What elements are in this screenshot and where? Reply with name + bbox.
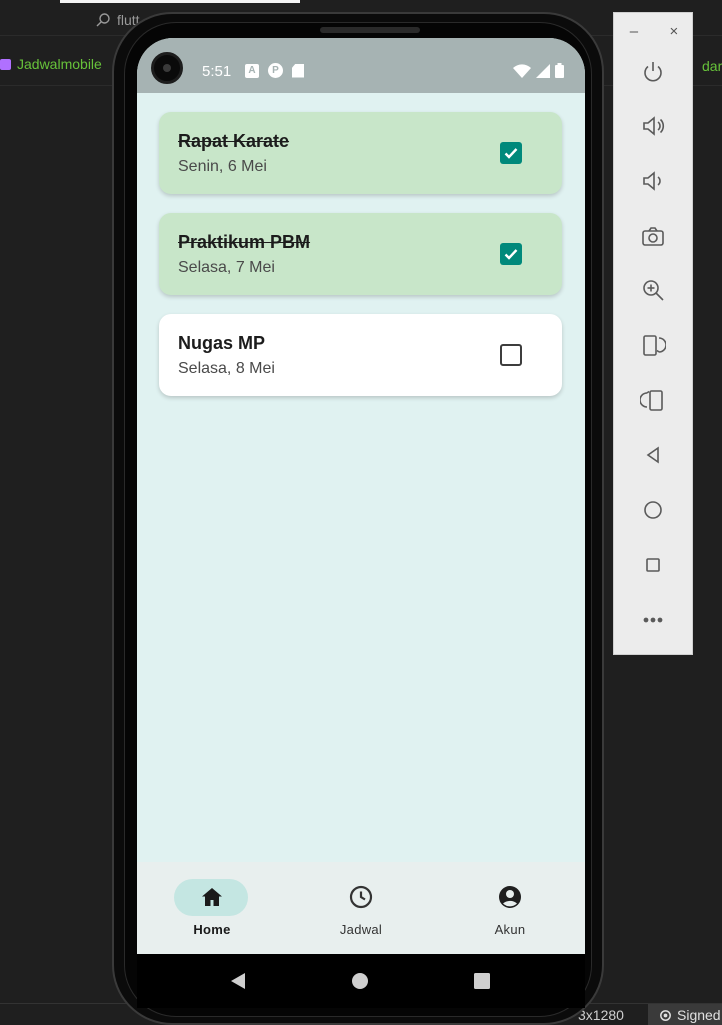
- check-icon: [504, 148, 518, 159]
- a-notification-icon: A: [245, 63, 259, 78]
- battery-icon: [555, 63, 564, 78]
- task-checkbox[interactable]: [500, 344, 522, 366]
- clock-icon: [349, 885, 373, 909]
- ide-status-resolution: 3x1280: [578, 1007, 624, 1023]
- ide-project-tab-label: Jadwalmobile: [17, 56, 102, 72]
- nav-label: Home: [193, 922, 231, 937]
- task-checkbox[interactable]: [500, 142, 522, 164]
- volume-up-button[interactable]: [639, 112, 667, 140]
- rotate-left-icon: [643, 335, 666, 356]
- wifi-icon: [513, 63, 531, 78]
- ide-project-tab[interactable]: Jadwalmobile: [0, 56, 102, 72]
- emulator-toolbar: – ×: [613, 12, 693, 655]
- task-checkbox[interactable]: [500, 243, 522, 265]
- system-home-icon[interactable]: [351, 972, 369, 990]
- back-icon: [646, 446, 659, 464]
- status-time: 5:51: [202, 63, 232, 80]
- system-navigation-bar: [137, 954, 585, 1008]
- close-button[interactable]: ×: [670, 23, 679, 40]
- zoom-in-icon: [643, 280, 664, 301]
- power-button[interactable]: [639, 58, 667, 86]
- emulator-overview-button[interactable]: [639, 551, 667, 579]
- task-title: Rapat Karate: [178, 131, 290, 151]
- emulator-back-button[interactable]: [639, 441, 667, 469]
- status-bar: 5:51 A P: [137, 38, 585, 93]
- task-date: Senin, 6 Mei: [178, 158, 267, 175]
- ide-status-signed[interactable]: Signed: [648, 1004, 722, 1025]
- nav-item-home[interactable]: Home: [137, 862, 287, 954]
- task-date: Selasa, 7 Mei: [178, 259, 275, 276]
- zoom-button[interactable]: [639, 276, 667, 304]
- volume-up-icon: [643, 116, 665, 136]
- task-card[interactable]: Nugas MP Selasa, 8 Mei: [159, 314, 562, 396]
- rotate-right-icon: [640, 390, 663, 411]
- home-icon: [202, 888, 222, 906]
- nav-label: Jadwal: [339, 922, 383, 937]
- status-notification-icons: A P: [245, 63, 304, 78]
- task-card[interactable]: Praktikum PBM Selasa, 7 Mei: [159, 213, 562, 295]
- nav-item-jadwal[interactable]: Jadwal: [286, 862, 436, 954]
- search-icon: [96, 13, 110, 27]
- status-system-icons: [513, 63, 564, 78]
- app-notification-icon: P: [268, 63, 283, 78]
- power-icon: [644, 62, 662, 82]
- emulator-home-button[interactable]: [639, 496, 667, 524]
- phone-screen: 5:51 A P Rapat Karate Senin, 6 Mei Prakt…: [137, 38, 585, 1008]
- overview-icon: [646, 558, 660, 572]
- check-icon: [504, 249, 518, 260]
- rotate-left-button[interactable]: [639, 331, 667, 359]
- task-card[interactable]: Rapat Karate Senin, 6 Mei: [159, 112, 562, 194]
- camera-icon: [642, 227, 664, 246]
- system-back-icon[interactable]: [229, 972, 247, 990]
- gear-icon: [660, 1009, 671, 1021]
- task-list: Rapat Karate Senin, 6 Mei Praktikum PBM …: [159, 112, 562, 415]
- minimize-button[interactable]: –: [630, 23, 638, 40]
- emulator-more-button[interactable]: [639, 606, 667, 634]
- nav-label: Akun: [494, 922, 526, 937]
- volume-down-icon: [643, 171, 661, 191]
- ide-file-tab[interactable]: dart: [702, 58, 722, 74]
- home-circle-icon: [644, 501, 662, 519]
- sd-card-icon: [292, 63, 304, 78]
- more-icon: [643, 617, 663, 623]
- ide-status-signed-label: Signed: [677, 1007, 721, 1023]
- nav-item-akun[interactable]: Akun: [435, 862, 585, 954]
- volume-down-button[interactable]: [639, 167, 667, 195]
- task-date: Selasa, 8 Mei: [178, 360, 275, 377]
- front-camera: [151, 52, 183, 84]
- account-icon: [499, 886, 521, 908]
- ide-title-strip: [60, 0, 300, 3]
- bottom-navigation: Home Jadwal Akun: [137, 862, 585, 954]
- screenshot-button[interactable]: [639, 222, 667, 250]
- signal-icon: [536, 63, 550, 78]
- task-title: Nugas MP: [178, 333, 266, 353]
- project-icon: [0, 58, 11, 70]
- phone-speaker: [320, 27, 420, 33]
- rotate-right-button[interactable]: [639, 386, 667, 414]
- system-overview-icon[interactable]: [473, 972, 491, 990]
- emulator-window-controls: – ×: [614, 21, 694, 41]
- task-title: Praktikum PBM: [178, 232, 311, 252]
